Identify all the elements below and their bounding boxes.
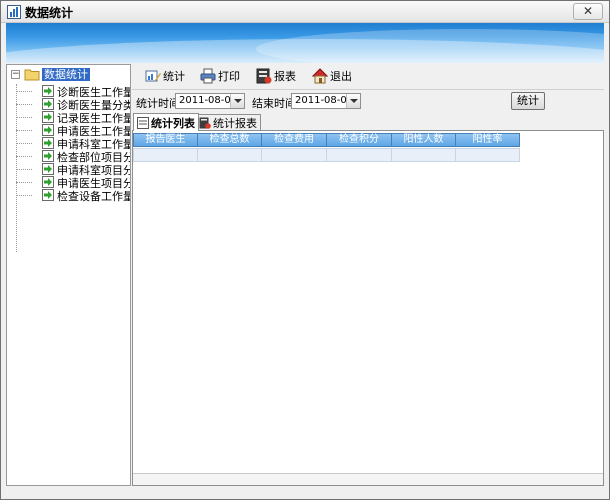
table-cell[interactable]: [391, 148, 456, 162]
print-label: 打印: [218, 70, 240, 83]
tab-stat-list-label: 统计列表: [151, 116, 195, 130]
stat-tool-button[interactable]: 统计: [145, 67, 185, 85]
table-cell[interactable]: [133, 148, 198, 162]
title-bar: 数据统计 ✕: [1, 1, 609, 23]
tree-guide-line: [16, 182, 32, 183]
green-arrow-icon: [42, 98, 54, 110]
column-header[interactable]: 报告医生: [133, 133, 198, 147]
exit-button[interactable]: 退出: [312, 67, 352, 85]
green-arrow-icon: [42, 137, 54, 149]
chart-edit-icon: [145, 70, 161, 82]
exit-label: 退出: [330, 70, 352, 83]
table-cell[interactable]: [197, 148, 262, 162]
tree-guide-line: [16, 195, 32, 196]
stat-list-panel: 报告医生 检查总数 检查费用 检查积分 阳性人数 阳性率: [132, 130, 604, 486]
collapse-icon[interactable]: −: [11, 70, 20, 79]
column-header[interactable]: 阳性率: [455, 133, 520, 147]
start-date-picker[interactable]: 2011-08-05: [175, 93, 245, 109]
end-date-picker[interactable]: 2011-08-05: [291, 93, 361, 109]
column-header[interactable]: 检查总数: [197, 133, 262, 147]
tab-stat-report-label: 统计报表: [213, 117, 257, 130]
horizontal-scrollbar[interactable]: [133, 473, 603, 485]
tree-guide-line: [16, 169, 32, 170]
print-button[interactable]: 打印: [200, 67, 240, 85]
stat-tool-label: 统计: [163, 70, 185, 83]
tree-item-label: 检查设备工作量: [57, 190, 131, 203]
column-header[interactable]: 检查费用: [261, 133, 327, 147]
tree-guide-line: [16, 156, 32, 157]
tree-guide-line: [16, 143, 32, 144]
start-time-label: 统计时间: [136, 97, 180, 110]
tree-guide-line: [16, 91, 32, 92]
chart-app-icon: [7, 5, 21, 19]
end-date-value: 2011-08-05: [295, 95, 354, 106]
tree-root-label[interactable]: 数据统计: [42, 68, 90, 81]
tree-guide-line: [16, 130, 32, 131]
banner-wave: [256, 29, 604, 63]
tab-stat-list[interactable]: 统计列表: [133, 113, 199, 131]
column-header[interactable]: 检查积分: [326, 133, 392, 147]
green-arrow-icon: [42, 111, 54, 123]
report-icon: [199, 117, 211, 129]
folder-icon: [24, 69, 40, 81]
green-arrow-icon: [42, 124, 54, 136]
green-arrow-icon: [42, 85, 54, 97]
tree-guide-line: [16, 117, 32, 118]
filter-bar: 统计时间 2011-08-05 结束时间 2011-08-05 统计: [132, 89, 604, 113]
dropdown-arrow-icon[interactable]: [230, 94, 244, 108]
report-label: 报表: [274, 70, 296, 83]
toolbar: 统计 打印 报表 退出: [132, 64, 604, 88]
column-header[interactable]: 阳性人数: [391, 133, 456, 147]
tab-stat-report[interactable]: 统计报表: [195, 114, 261, 131]
status-bar: [6, 488, 604, 496]
table-cell[interactable]: [261, 148, 327, 162]
end-time-label: 结束时间: [252, 97, 296, 110]
printer-icon: [200, 68, 216, 84]
start-date-value: 2011-08-05: [179, 95, 238, 106]
close-button[interactable]: ✕: [573, 3, 603, 20]
list-icon: [137, 116, 149, 129]
tree-guide-line: [16, 104, 32, 105]
tree-guide-line: [16, 84, 17, 252]
report-button[interactable]: 报表: [256, 67, 296, 85]
green-arrow-icon: [42, 176, 54, 188]
table-cell[interactable]: [326, 148, 392, 162]
app-window: 数据统计 ✕ − 数据统计 诊断医生工作量 诊断医生量分类 记录医生工作量 申请医生工…: [0, 0, 610, 500]
window-title: 数据统计: [25, 6, 74, 20]
header-banner: [6, 23, 604, 63]
green-arrow-icon: [42, 163, 54, 175]
dropdown-arrow-icon[interactable]: [346, 94, 360, 108]
tab-strip: 统计列表 统计报表: [132, 113, 604, 131]
category-tree: − 数据统计 诊断医生工作量 诊断医生量分类 记录医生工作量 申请医生工作量 申请科室工…: [6, 64, 131, 486]
home-exit-icon: [312, 68, 328, 84]
report-icon: [256, 68, 272, 84]
table-cell[interactable]: [455, 148, 520, 162]
green-arrow-icon: [42, 150, 54, 162]
green-arrow-icon: [42, 189, 54, 201]
run-stat-button[interactable]: 统计: [511, 92, 545, 110]
